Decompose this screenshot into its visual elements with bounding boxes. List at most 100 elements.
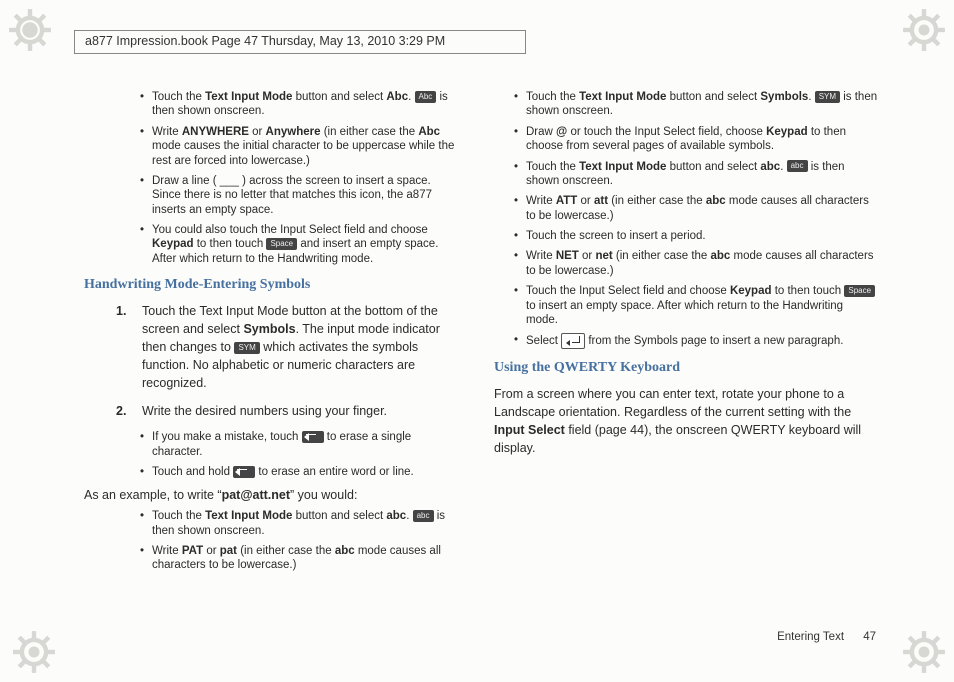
corner-ornament-top-right bbox=[902, 8, 946, 52]
text: Keypad bbox=[766, 126, 808, 138]
text: abc bbox=[711, 250, 731, 262]
text: Text Input Mode bbox=[579, 91, 666, 103]
gear-icon bbox=[8, 8, 52, 52]
sym-key-icon: SYM bbox=[234, 342, 259, 354]
sym-key-icon: SYM bbox=[815, 91, 840, 103]
text: Touch the Input Select field and choose bbox=[526, 285, 730, 297]
list-item: Select from the Symbols page to insert a… bbox=[514, 333, 878, 349]
text: Touch the bbox=[526, 161, 579, 173]
text: Keypad bbox=[730, 285, 772, 297]
text: Abc bbox=[418, 126, 440, 138]
text: or bbox=[579, 250, 596, 262]
text: Text Input Mode bbox=[579, 161, 666, 173]
text: or touch the Input Select field, choose bbox=[567, 126, 766, 138]
text: ANYWHERE bbox=[182, 126, 249, 138]
list-item: Touch the Text Input Mode button and sel… bbox=[514, 160, 878, 189]
text: pat bbox=[220, 545, 237, 557]
text: Write bbox=[526, 195, 556, 207]
text: (in either case the bbox=[321, 126, 419, 138]
text: (in either case the bbox=[613, 250, 711, 262]
list-item: Touch the screen to insert a period. bbox=[514, 229, 878, 243]
text: Anywhere bbox=[266, 126, 321, 138]
list-item: Write ATT or att (in either case the abc… bbox=[514, 194, 878, 223]
list-item: You could also touch the Input Select fi… bbox=[140, 223, 462, 266]
text: Write bbox=[526, 250, 556, 262]
text: Write the desired numbers using your fin… bbox=[142, 404, 387, 418]
text: Touch the bbox=[526, 91, 579, 103]
text: net bbox=[595, 250, 612, 262]
crop-mark-header: a877 Impression.book Page 47 Thursday, M… bbox=[74, 30, 526, 54]
step-2: 2. Write the desired numbers using your … bbox=[116, 402, 462, 420]
right-column: Touch the Text Input Mode button and sel… bbox=[494, 90, 878, 581]
list-item: Touch the Input Select field and choose … bbox=[514, 284, 878, 327]
list-item: Write NET or net (in either case the abc… bbox=[514, 249, 878, 278]
text: abc bbox=[386, 510, 406, 522]
step-number: 2. bbox=[116, 402, 126, 420]
footer-page-number: 47 bbox=[863, 631, 876, 643]
text: Touch the bbox=[152, 91, 205, 103]
text: @ bbox=[556, 126, 567, 138]
text: . bbox=[808, 91, 814, 103]
list-item: Touch the Text Input Mode button and sel… bbox=[140, 90, 462, 119]
text: Abc bbox=[386, 91, 408, 103]
text: Write bbox=[152, 545, 182, 557]
text: Text Input Mode bbox=[205, 91, 292, 103]
list-item: If you make a mistake, touch to erase a … bbox=[140, 430, 462, 459]
text: If you make a mistake, touch bbox=[152, 431, 302, 443]
text: mode causes the initial character to be … bbox=[152, 140, 454, 166]
text: Touch the bbox=[152, 510, 205, 522]
example-intro: As an example, to write “pat@att.net” yo… bbox=[84, 488, 462, 504]
text: button and select bbox=[292, 91, 386, 103]
text: You could also touch the Input Select fi… bbox=[152, 224, 428, 236]
text: to insert an empty space. After which re… bbox=[526, 300, 843, 326]
text: Symbols bbox=[243, 322, 295, 336]
abc-lower-key-icon: abc bbox=[413, 510, 434, 522]
section-heading-handwriting-symbols: Handwriting Mode-Entering Symbols bbox=[84, 276, 462, 294]
abc-lower-key-icon: abc bbox=[787, 160, 808, 172]
text: (in either case the bbox=[608, 195, 706, 207]
enter-key-icon bbox=[561, 333, 585, 349]
text: Select bbox=[526, 335, 561, 347]
header-text: a877 Impression.book Page 47 Thursday, M… bbox=[85, 34, 445, 48]
list-item: Touch and hold to erase an entire word o… bbox=[140, 465, 462, 479]
text: or bbox=[249, 126, 266, 138]
text: to erase an entire word or line. bbox=[255, 466, 414, 478]
text: ATT bbox=[556, 195, 578, 207]
text: . bbox=[406, 510, 412, 522]
corner-ornament-bottom-right bbox=[902, 630, 946, 674]
section-heading-qwerty: Using the QWERTY Keyboard bbox=[494, 359, 878, 377]
list-item: Draw @ or touch the Input Select field, … bbox=[514, 125, 878, 154]
text: Touch the screen to insert a period. bbox=[526, 230, 706, 242]
list-item: Draw a line ( ___ ) across the screen to… bbox=[140, 174, 462, 217]
text: . bbox=[780, 161, 786, 173]
left-column: Touch the Text Input Mode button and sel… bbox=[78, 90, 462, 581]
text: As an example, to write “ bbox=[84, 488, 222, 502]
text: to then touch bbox=[194, 238, 267, 250]
text: NET bbox=[556, 250, 579, 262]
corner-ornament-bottom-left bbox=[12, 630, 56, 674]
qwerty-paragraph: From a screen where you can enter text, … bbox=[494, 385, 878, 458]
text: (in either case the bbox=[237, 545, 335, 557]
text: Write bbox=[152, 126, 182, 138]
text: button and select bbox=[666, 91, 760, 103]
gear-icon bbox=[902, 630, 946, 674]
text: to then touch bbox=[772, 285, 845, 297]
text: or bbox=[577, 195, 594, 207]
text: att bbox=[594, 195, 608, 207]
gear-icon bbox=[902, 8, 946, 52]
list-item: Touch the Text Input Mode button and sel… bbox=[514, 90, 878, 119]
text: ” you would: bbox=[290, 488, 357, 502]
text: button and select bbox=[666, 161, 760, 173]
abc-key-icon: Abc bbox=[415, 91, 437, 103]
text: Keypad bbox=[152, 238, 194, 250]
space-key-icon: Space bbox=[844, 285, 875, 297]
gear-icon bbox=[12, 630, 56, 674]
list-item: Touch the Text Input Mode button and sel… bbox=[140, 509, 462, 538]
text: pat@att.net bbox=[222, 488, 290, 502]
step-number: 1. bbox=[116, 302, 126, 320]
text: . bbox=[408, 91, 414, 103]
text: Draw a line ( ___ ) across the screen to… bbox=[152, 175, 432, 216]
list-item: Write PAT or pat (in either case the abc… bbox=[140, 544, 462, 573]
text: Draw bbox=[526, 126, 556, 138]
text: abc bbox=[335, 545, 355, 557]
